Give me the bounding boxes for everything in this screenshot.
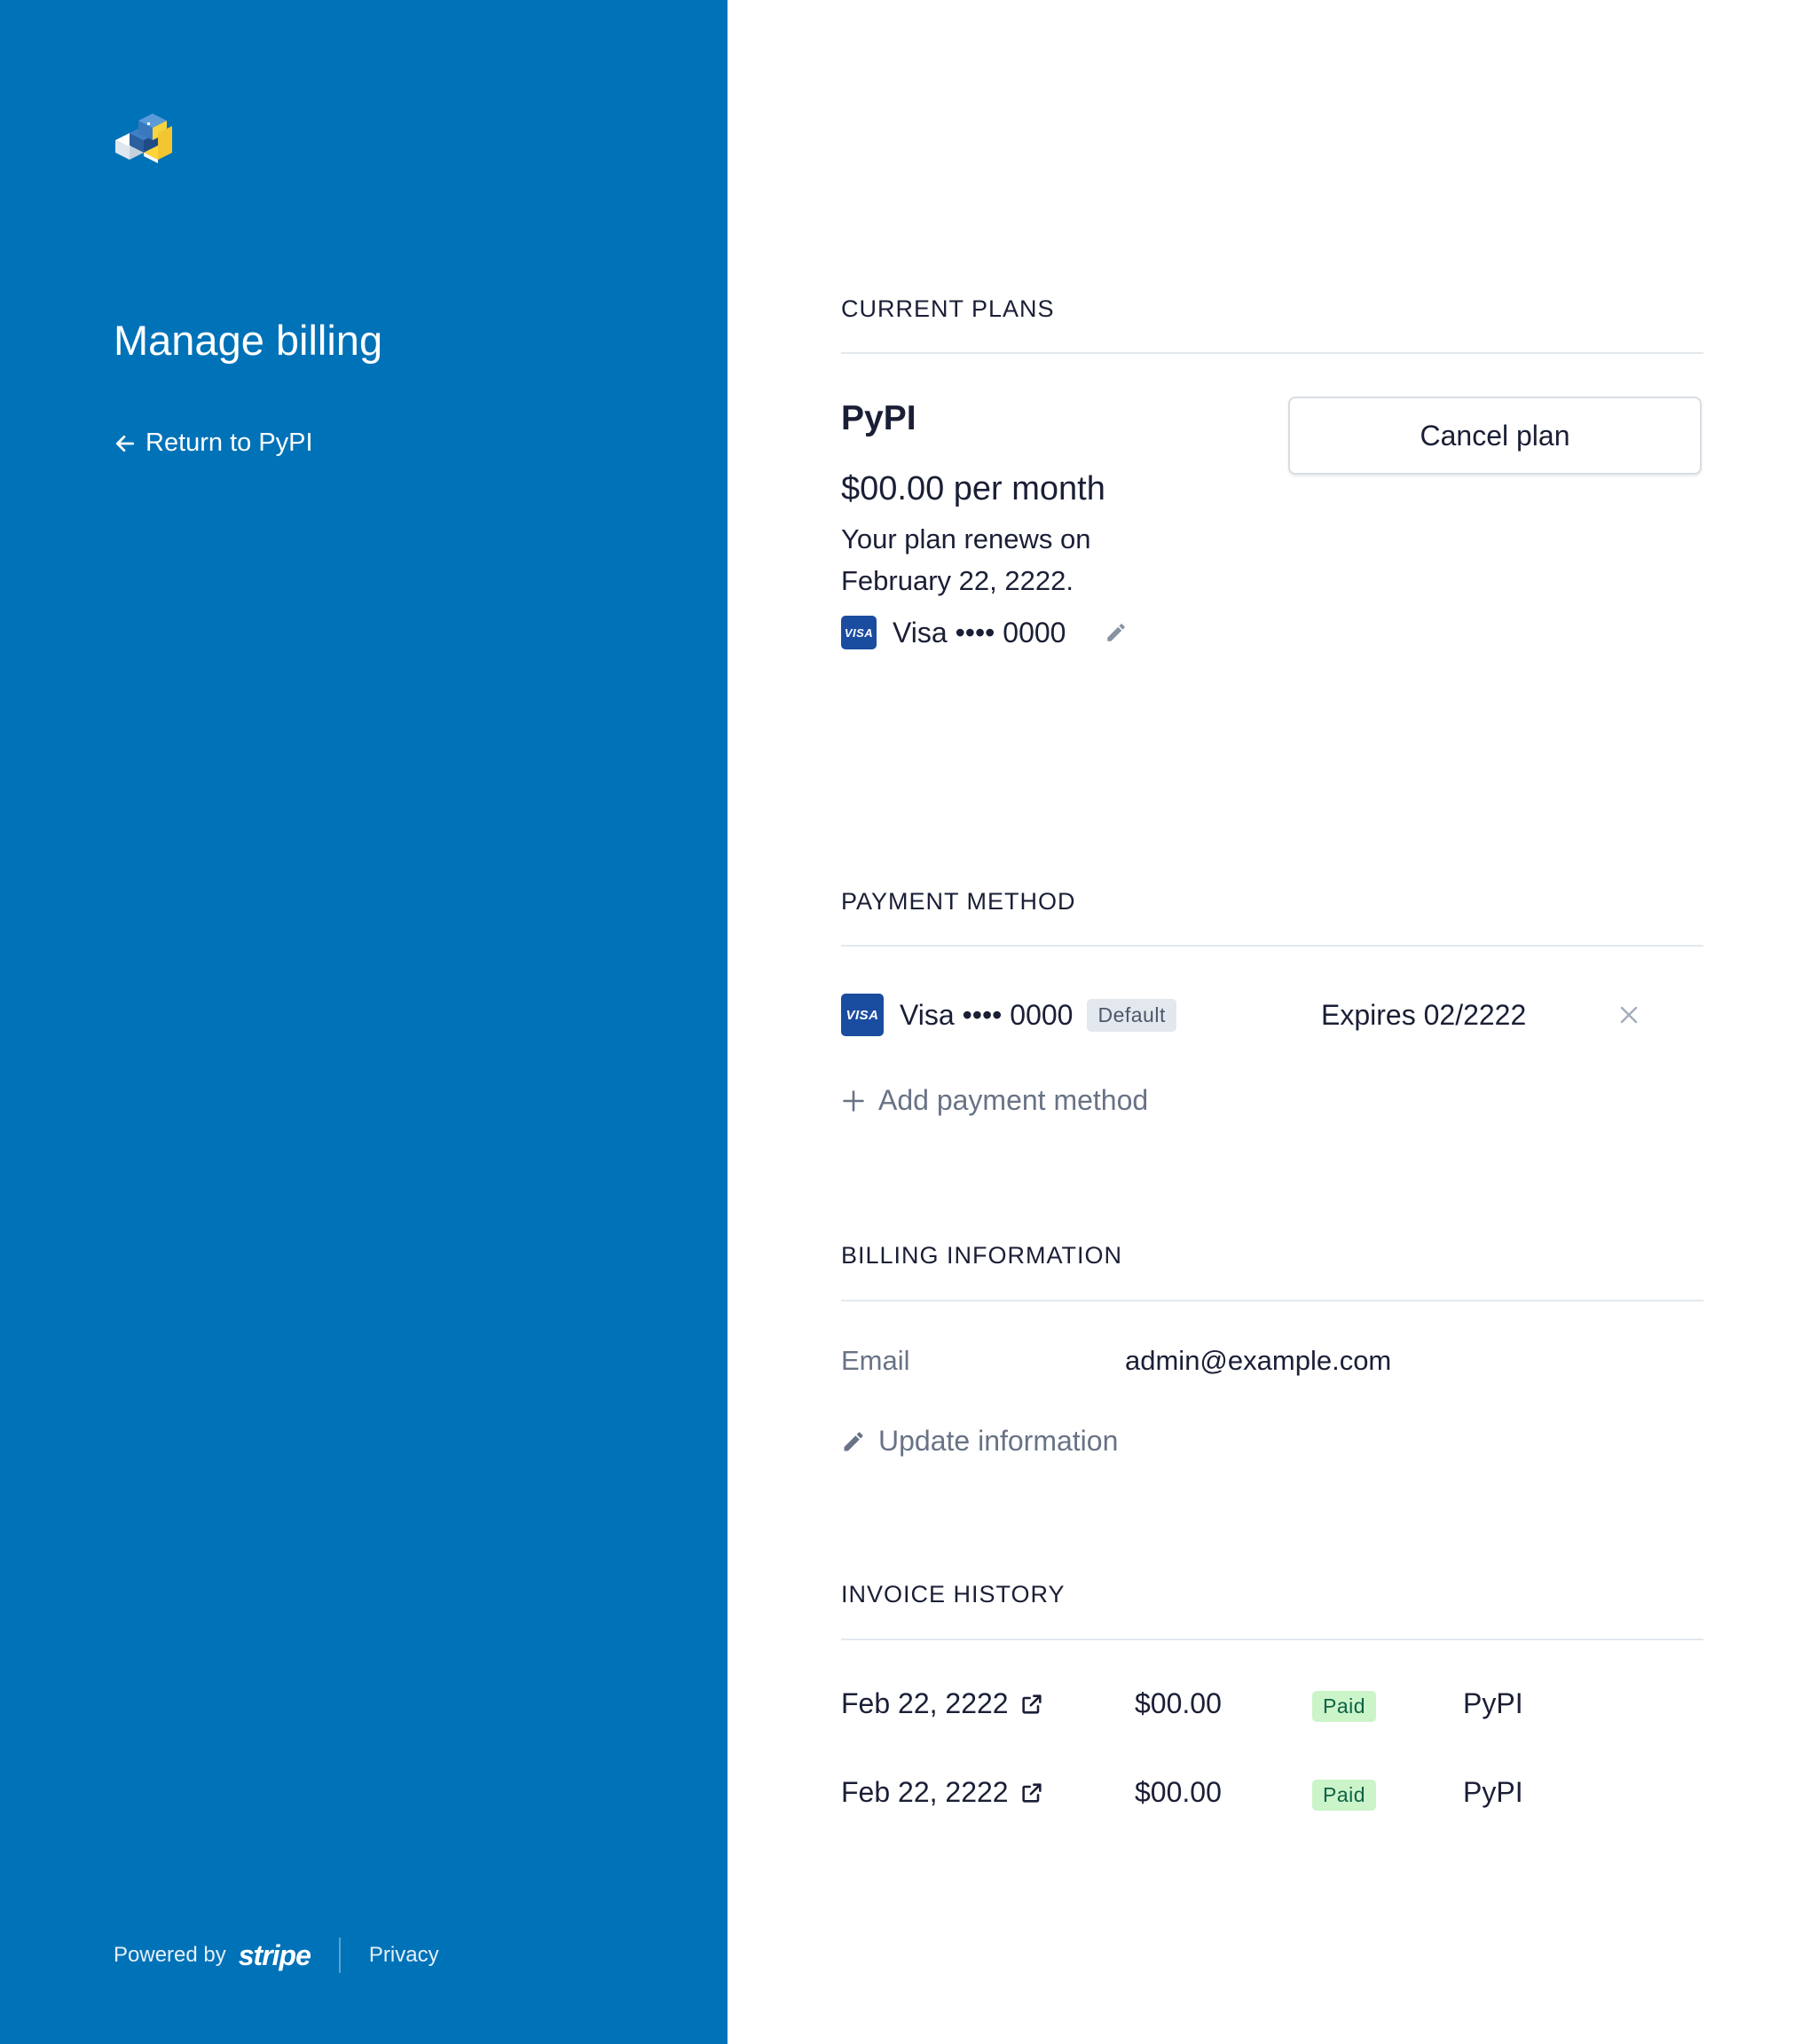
arrow-left-icon xyxy=(115,435,135,452)
plan-payment-card: VISA Visa •••• 0000 xyxy=(841,616,1128,649)
powered-by-label: Powered by xyxy=(114,1943,226,1967)
privacy-link[interactable]: Privacy xyxy=(369,1943,439,1968)
visa-icon: VISA xyxy=(841,616,877,649)
card-expiry: Expires 02/2222 xyxy=(1321,999,1527,1031)
invoice-row: Feb 22, 2222 $00.00 Paid PyPI xyxy=(841,1776,1703,1820)
payment-card-label: Visa •••• 0000 xyxy=(900,998,1074,1031)
stripe-logo[interactable]: stripe xyxy=(239,1939,311,1972)
divider xyxy=(841,1639,1703,1640)
pencil-icon[interactable] xyxy=(1105,621,1128,644)
footer-divider xyxy=(338,1938,341,1973)
main-content: CURRENT PLANS PyPI $00.00 per month Your… xyxy=(841,0,1703,2044)
current-plans-heading: CURRENT PLANS xyxy=(841,295,1055,322)
external-link-icon xyxy=(1021,1782,1042,1803)
add-payment-method-label: Add payment method xyxy=(878,1084,1149,1116)
invoice-status-badge: Paid xyxy=(1312,1691,1377,1722)
plus-icon xyxy=(843,1089,864,1112)
pencil-icon xyxy=(844,1431,863,1450)
divider xyxy=(841,945,1703,947)
billing-information-heading: BILLING INFORMATION xyxy=(841,1242,1123,1269)
visa-icon: VISA xyxy=(841,994,884,1036)
cancel-plan-button[interactable]: Cancel plan xyxy=(1288,397,1702,475)
email-label: Email xyxy=(841,1345,910,1376)
invoice-amount: $00.00 xyxy=(1135,1687,1222,1719)
invoice-plan: PyPI xyxy=(1463,1776,1523,1808)
close-icon[interactable] xyxy=(1618,1004,1640,1030)
invoice-history-heading: INVOICE HISTORY xyxy=(841,1581,1066,1608)
page-title: Manage billing xyxy=(114,317,383,364)
external-link-icon xyxy=(1021,1694,1042,1714)
payment-method-card: VISA Visa •••• 0000 Default xyxy=(841,994,1176,1036)
invoice-date-link[interactable]: Feb 22, 2222 xyxy=(841,1687,1044,1720)
default-badge: Default xyxy=(1087,998,1176,1032)
sidebar: Manage billing Return to PyPI Powered by… xyxy=(0,0,728,2044)
plan-price: $00.00 per month xyxy=(841,470,1105,507)
return-link[interactable]: Return to PyPI xyxy=(114,428,313,458)
invoice-plan: PyPI xyxy=(1463,1687,1523,1719)
invoice-date-link[interactable]: Feb 22, 2222 xyxy=(841,1776,1044,1809)
invoice-date: Feb 22, 2222 xyxy=(841,1776,1009,1808)
invoice-row: Feb 22, 2222 $00.00 Paid PyPI xyxy=(841,1687,1703,1732)
divider xyxy=(841,1300,1703,1301)
plan-renewal: Your plan renews on February 22, 2222. xyxy=(841,523,1091,596)
divider xyxy=(841,352,1703,354)
plan-card-label: Visa •••• 0000 xyxy=(893,616,1066,649)
invoice-amount: $00.00 xyxy=(1135,1776,1222,1808)
pypi-logo xyxy=(115,114,172,163)
add-payment-method-button[interactable]: Add payment method xyxy=(841,1084,1148,1117)
invoice-status-badge: Paid xyxy=(1312,1780,1377,1811)
invoice-date: Feb 22, 2222 xyxy=(841,1687,1009,1719)
payment-method-heading: PAYMENT METHOD xyxy=(841,888,1076,915)
update-information-label: Update information xyxy=(878,1425,1119,1457)
email-value: admin@example.com xyxy=(1125,1345,1392,1376)
return-link-label: Return to PyPI xyxy=(146,428,313,457)
plan-name: PyPI xyxy=(841,399,916,437)
sidebar-footer: Powered by stripe Privacy xyxy=(114,1938,439,1973)
update-information-button[interactable]: Update information xyxy=(841,1425,1118,1458)
payment-method-row: VISA Visa •••• 0000 Default Expires 02/2… xyxy=(841,994,1703,1038)
